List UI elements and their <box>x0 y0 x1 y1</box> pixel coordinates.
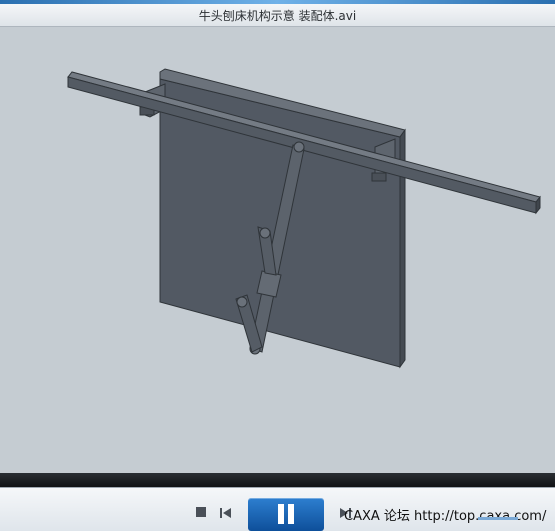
pause-icon <box>278 504 294 524</box>
previous-button[interactable] <box>219 505 233 519</box>
stop-button[interactable] <box>195 506 207 518</box>
crank-pin <box>259 227 271 239</box>
forum-link-watermark: CAXA 论坛 http://top.caxa.com/ <box>344 509 547 524</box>
play-pause-button[interactable] <box>248 498 324 531</box>
title-bar: 牛头刨床机构示意 装配体.avi <box>0 4 555 27</box>
skip-previous-icon <box>220 508 231 518</box>
stop-icon <box>196 507 206 517</box>
player-controls: CAXA 论坛 http://top.caxa.com/ <box>0 487 555 531</box>
crank-center-pin <box>236 296 248 308</box>
mechanism-render <box>67 68 541 369</box>
rocker-top-pin <box>293 141 305 153</box>
volume-bar[interactable] <box>478 517 518 520</box>
video-viewport[interactable] <box>0 27 555 473</box>
progress-track[interactable] <box>0 473 555 487</box>
window-title: 牛头刨床机构示意 装配体.avi <box>198 8 357 23</box>
right-bracket-foot <box>371 172 387 182</box>
